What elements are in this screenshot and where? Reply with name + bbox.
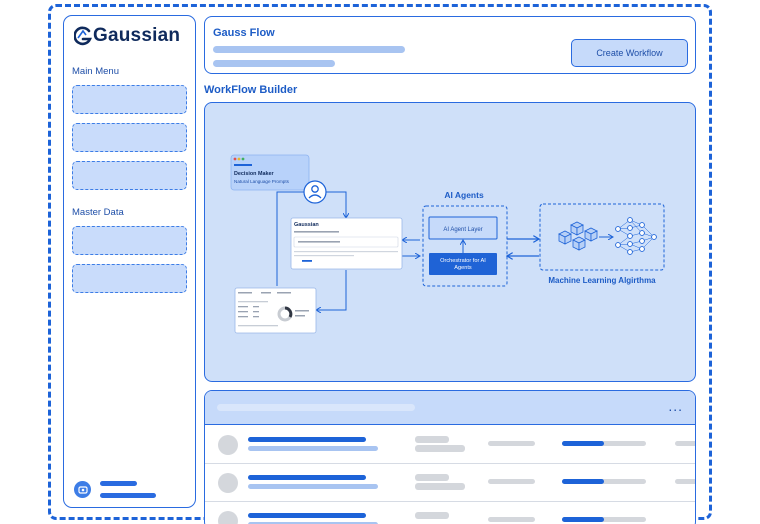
row-avatar [218, 511, 238, 524]
master-data-item-placeholder[interactable] [72, 264, 187, 293]
data-cubes-icon [558, 221, 598, 251]
header-card: Gauss Flow Create Workflow [204, 16, 696, 74]
row-avatar [218, 435, 238, 455]
orchestrator-node[interactable]: Orchestrator for AI Agents [429, 253, 497, 275]
dashboard-node[interactable] [234, 287, 317, 334]
table-header: ... [205, 391, 695, 425]
ml-label: Machine Learning Algirthma [548, 276, 656, 285]
more-options-icon[interactable]: ... [668, 398, 683, 414]
ai-agent-layer-node[interactable]: AI Agent Layer [428, 216, 498, 240]
sidebar: Gaussian Main Menu Master Data [63, 15, 196, 508]
connector-line [326, 191, 346, 218]
user-role-placeholder [100, 493, 156, 498]
brand-name: Gaussian [93, 25, 181, 46]
table-row[interactable] [205, 502, 695, 524]
ai-agents-title: AI Agents [444, 190, 484, 200]
table-row[interactable] [205, 426, 695, 464]
app-window-node[interactable]: Gaussian [290, 217, 403, 270]
decision-maker-title: Decision Maker [234, 171, 274, 177]
main-menu-label: Main Menu [72, 66, 119, 77]
decision-maker-subtitle: Natural Language Prompts [234, 179, 290, 184]
row-avatar [218, 473, 238, 493]
data-table: ... [204, 390, 696, 524]
orchestrator-label-line2: Agents [454, 265, 472, 271]
user-name-placeholder [100, 481, 137, 486]
decision-maker-node[interactable]: Decision Maker Natural Language Prompts [230, 154, 310, 191]
menu-item-placeholder[interactable] [72, 85, 187, 114]
orchestrator-label-line1: Orchestrator for AI [440, 258, 486, 264]
master-data-label: Master Data [72, 207, 124, 218]
table-row[interactable] [205, 464, 695, 502]
app-window-brand: Gaussian [294, 222, 319, 228]
menu-item-placeholder[interactable] [72, 161, 187, 190]
description-placeholder [213, 60, 335, 67]
menu-item-placeholder[interactable] [72, 123, 187, 152]
user-icon [77, 485, 88, 494]
connector-line [316, 270, 347, 310]
table-header-placeholder [217, 404, 415, 411]
user-avatar[interactable] [74, 481, 91, 498]
description-placeholder [213, 46, 405, 53]
neural-network-icon [615, 217, 657, 255]
page-title: Gauss Flow [213, 27, 275, 39]
workflow-canvas[interactable]: Decision Maker Natural Language Prompts … [204, 102, 696, 382]
ai-agent-layer-label: AI Agent Layer [443, 227, 482, 233]
user-node[interactable] [303, 180, 327, 204]
brand-logo[interactable]: Gaussian [74, 25, 180, 47]
section-title: WorkFlow Builder [204, 84, 298, 96]
gaussian-logo-icon [74, 26, 92, 46]
master-data-item-placeholder[interactable] [72, 226, 187, 255]
create-workflow-button[interactable]: Create Workflow [571, 39, 688, 67]
